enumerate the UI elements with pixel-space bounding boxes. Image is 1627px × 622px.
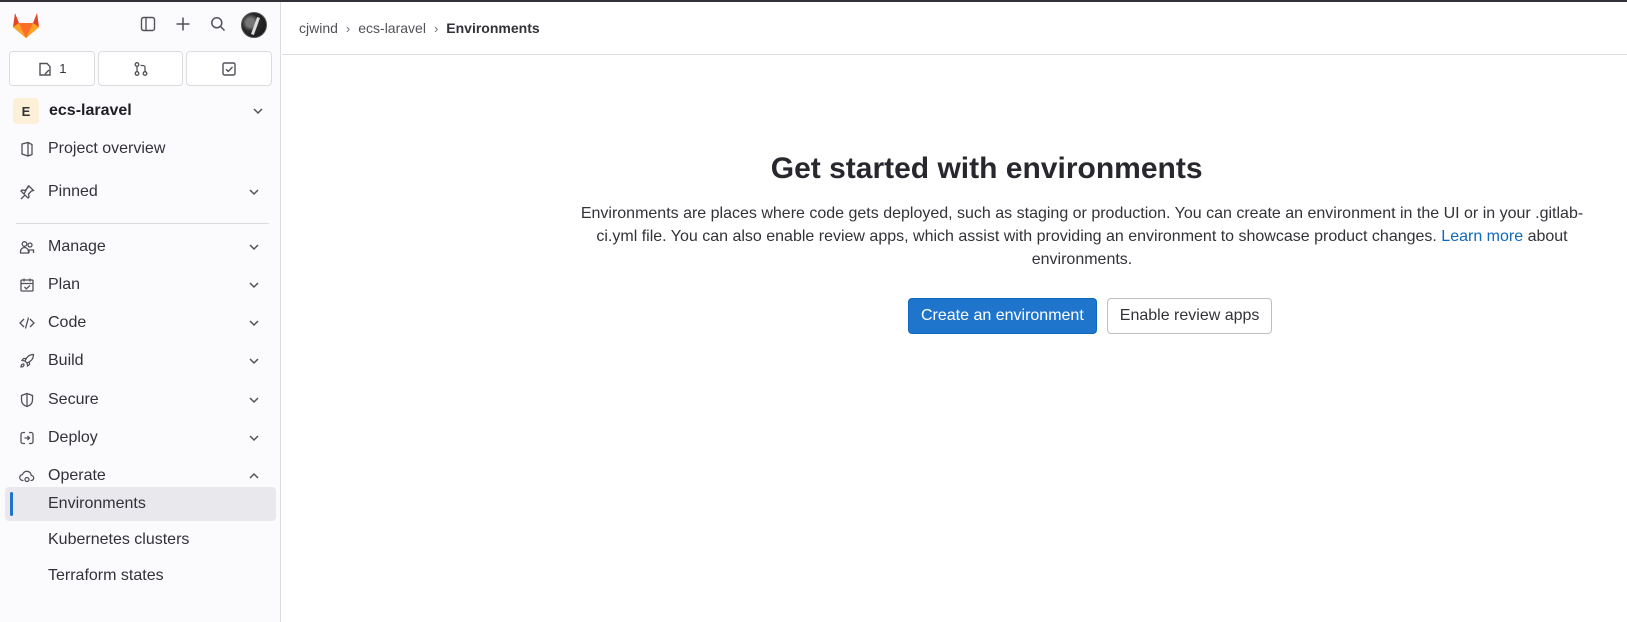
sidebar: 1 E ecs-laravel Project overview Pinned: [0, 2, 281, 622]
chevron-down-icon: [249, 320, 259, 327]
top-border: [0, 0, 1627, 2]
breadcrumb-link-namespace[interactable]: cjwind: [299, 20, 338, 36]
project-name: ecs-laravel: [49, 102, 132, 119]
sidebar-item-label: Secure: [48, 391, 99, 408]
issues-counter-button[interactable]: 1: [9, 51, 95, 86]
sidebar-item-label: Operate: [48, 467, 106, 484]
sidebar-toggle-icon[interactable]: [136, 12, 160, 36]
project-switcher[interactable]: E ecs-laravel: [5, 93, 276, 129]
create-environment-button[interactable]: Create an environment: [908, 298, 1097, 334]
deploy-icon: [18, 429, 36, 447]
sidebar-item-label: Code: [48, 314, 87, 331]
project-avatar: E: [13, 98, 39, 124]
sidebar-subitem-label: Environments: [48, 495, 146, 512]
chevron-down-icon: [249, 189, 259, 196]
chevron-down-icon: [249, 282, 259, 289]
sidebar-subitem-kubernetes-clusters[interactable]: Kubernetes clusters: [5, 523, 276, 557]
plus-icon[interactable]: [171, 12, 195, 36]
user-avatar[interactable]: [241, 12, 267, 38]
todos-counter-button[interactable]: [186, 51, 273, 86]
chevron-down-icon: [249, 244, 259, 251]
todo-icon: [222, 61, 236, 76]
sidebar-subitem-label: Kubernetes clusters: [48, 531, 190, 548]
breadcrumb: cjwind › ecs-laravel › Environments: [299, 2, 540, 54]
sidebar-item-secure[interactable]: Secure: [5, 382, 276, 418]
empty-state-description: Environments are places where code gets …: [572, 202, 1592, 271]
enable-review-apps-button[interactable]: Enable review apps: [1106, 298, 1273, 334]
sidebar-header: [0, 2, 281, 46]
issues-count: 1: [59, 61, 67, 76]
sidebar-divider: [16, 223, 269, 224]
chevron-right-icon: ›: [345, 20, 351, 36]
sidebar-item-label: Build: [48, 352, 84, 369]
chevron-down-icon: [249, 358, 259, 365]
sidebar-item-label: Plan: [48, 276, 81, 293]
sidebar-item-label: Deploy: [48, 429, 98, 446]
sidebar-subitem-label: Terraform states: [48, 567, 164, 584]
empty-state-actions: Create an environment Enable review apps: [908, 298, 1273, 334]
merge-request-icon: [134, 61, 147, 76]
chevron-up-icon: [249, 472, 259, 479]
sidebar-item-plan[interactable]: Plan: [5, 267, 276, 303]
empty-state-title: Get started with environments: [770, 152, 1203, 185]
counter-row: 1: [9, 51, 273, 86]
sidebar-item-build[interactable]: Build: [5, 343, 276, 379]
sidebar-item-pinned[interactable]: Pinned: [5, 174, 276, 210]
breadcrumb-current[interactable]: Environments: [446, 20, 539, 36]
gitlab-logo-icon[interactable]: [10, 10, 42, 40]
sidebar-item-deploy[interactable]: Deploy: [5, 420, 276, 456]
chevron-right-icon: ›: [433, 20, 439, 36]
chevron-down-icon: [249, 397, 259, 404]
active-indicator: [10, 492, 13, 516]
rocket-icon: [18, 352, 36, 370]
calendar-icon: [18, 276, 36, 294]
description-text: Environments are places where code gets …: [580, 205, 1584, 245]
users-icon: [18, 238, 36, 256]
sidebar-item-label: Manage: [48, 238, 106, 255]
chevron-down-icon: [249, 435, 259, 442]
sidebar-item-manage[interactable]: Manage: [5, 229, 276, 265]
pin-icon: [18, 183, 36, 201]
shield-icon: [18, 391, 36, 409]
sidebar-item-project-overview[interactable]: Project overview: [5, 131, 276, 167]
cloud-gear-icon: [18, 467, 36, 485]
sidebar-subitem-environments[interactable]: Environments: [5, 487, 276, 521]
sidebar-subitem-terraform-states[interactable]: Terraform states: [5, 559, 276, 593]
merge-requests-counter-button[interactable]: [97, 51, 184, 86]
breadcrumb-link-project[interactable]: ecs-laravel: [358, 20, 426, 36]
breadcrumb-divider: [282, 54, 1627, 55]
code-icon: [18, 314, 36, 332]
empty-state-title-wrap: Get started with environments: [282, 152, 1627, 186]
learn-more-link[interactable]: Learn more: [1441, 228, 1523, 245]
chevron-down-icon: [253, 108, 263, 115]
sidebar-item-code[interactable]: Code: [5, 305, 276, 341]
project-icon: [18, 140, 36, 158]
issue-icon: [39, 62, 51, 76]
sidebar-item-label: Pinned: [48, 183, 98, 200]
sidebar-item-label: Project overview: [48, 140, 166, 157]
main-content: cjwind › ecs-laravel › Environments Get …: [282, 2, 1627, 622]
search-icon[interactable]: [206, 12, 230, 36]
